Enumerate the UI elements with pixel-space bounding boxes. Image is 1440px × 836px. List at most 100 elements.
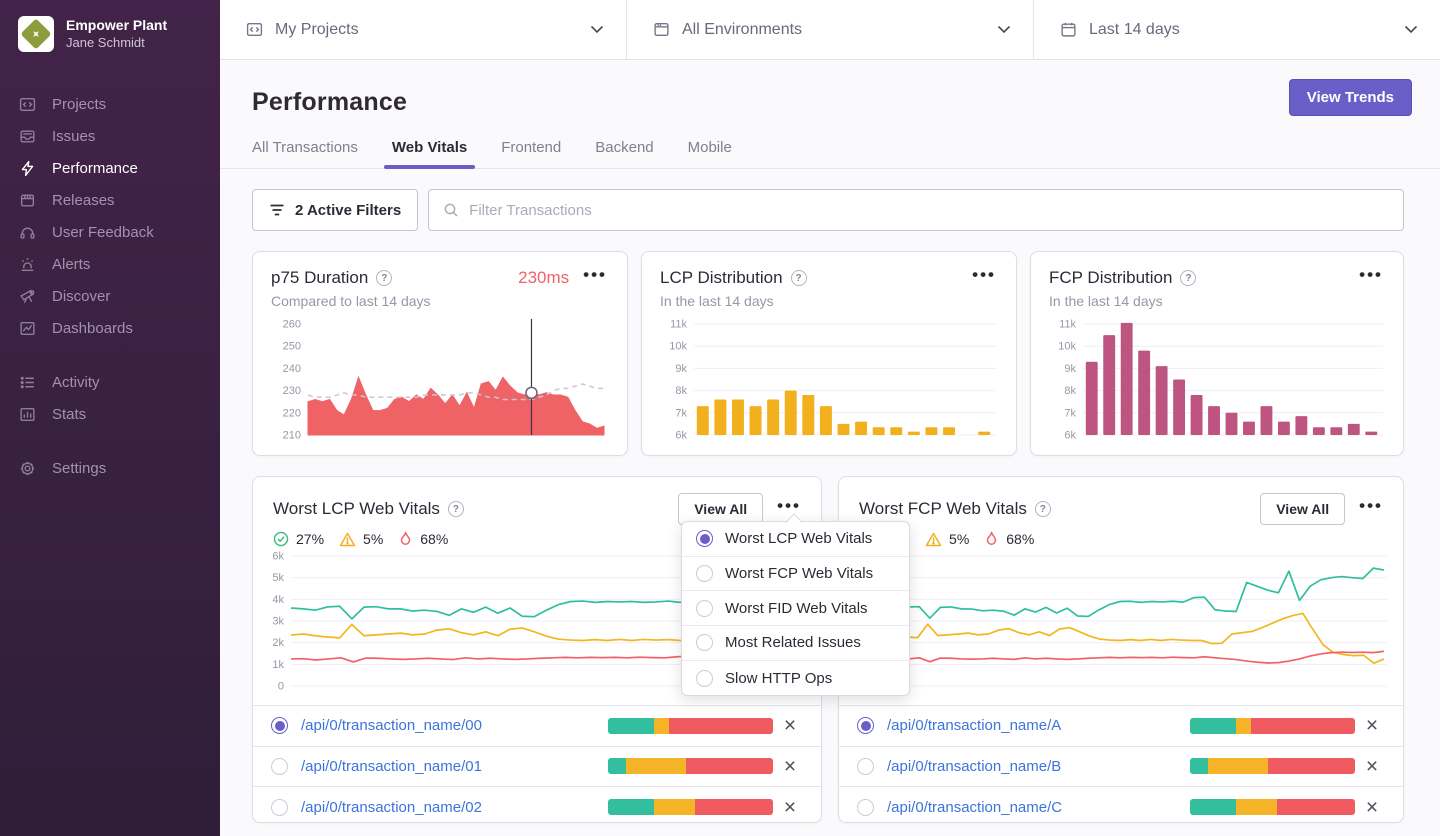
poor-percent: 68%	[420, 531, 448, 547]
sidebar-item-user-feedback[interactable]: User Feedback	[0, 216, 220, 248]
vitals-bar	[1190, 758, 1355, 774]
help-icon[interactable]: ?	[376, 270, 392, 286]
svg-text:230: 230	[283, 385, 301, 397]
menu-item-most-related-issues[interactable]: Most Related Issues	[682, 626, 909, 661]
more-options-icon[interactable]: •••	[577, 268, 609, 288]
transaction-link[interactable]: /api/0/transaction_name/01	[301, 758, 482, 775]
dashboards-icon	[18, 319, 36, 337]
svg-text:8k: 8k	[1064, 385, 1076, 397]
more-options-icon[interactable]: •••	[1353, 499, 1385, 519]
environment-selector[interactable]: All Environments	[626, 0, 1033, 59]
close-icon[interactable]: ×	[773, 756, 807, 777]
help-icon[interactable]: ?	[791, 270, 807, 286]
transaction-search[interactable]	[428, 189, 1404, 231]
issues-icon	[18, 127, 36, 145]
page-title: Performance	[252, 88, 1404, 117]
row-radio[interactable]	[857, 717, 874, 734]
sidebar-item-label: Releases	[52, 192, 115, 209]
sidebar-item-dashboards[interactable]: Dashboards	[0, 312, 220, 344]
svg-text:210: 210	[283, 430, 301, 442]
table-row: /api/0/transaction_name/01 ×	[253, 747, 821, 788]
active-filters-button[interactable]: 2 Active Filters	[252, 189, 418, 231]
transaction-link[interactable]: /api/0/transaction_name/00	[301, 717, 482, 734]
project-selector-value: My Projects	[275, 21, 578, 39]
transaction-link[interactable]: /api/0/transaction_name/B	[887, 758, 1061, 775]
menu-item-label: Worst FID Web Vitals	[725, 600, 868, 617]
sidebar-item-label: Alerts	[52, 256, 90, 273]
close-icon[interactable]: ×	[1355, 756, 1389, 777]
sidebar-item-label: Activity	[52, 374, 100, 391]
table-row: /api/0/transaction_name/02 ×	[253, 787, 821, 823]
close-icon[interactable]: ×	[773, 797, 807, 818]
org-switcher[interactable]: Empower Plant Jane Schmidt	[0, 16, 220, 52]
tab-backend[interactable]: Backend	[595, 139, 653, 168]
meh-percent: 5%	[363, 531, 383, 547]
row-radio[interactable]	[857, 758, 874, 775]
menu-item-slow-http-ops[interactable]: Slow HTTP Ops	[682, 661, 909, 696]
tab-all-transactions[interactable]: All Transactions	[252, 139, 358, 168]
active-filters-label: 2 Active Filters	[295, 202, 401, 219]
sidebar-item-settings[interactable]: Settings	[0, 452, 220, 484]
transaction-link[interactable]: /api/0/transaction_name/02	[301, 799, 482, 816]
sidebar-item-projects[interactable]: Projects	[0, 88, 220, 120]
more-options-icon[interactable]: •••	[1353, 268, 1385, 288]
tab-frontend[interactable]: Frontend	[501, 139, 561, 168]
row-radio[interactable]	[271, 799, 288, 816]
menu-item-worst-fid[interactable]: Worst FID Web Vitals	[682, 591, 909, 626]
check-circle-icon	[273, 531, 289, 547]
sidebar-item-label: Dashboards	[52, 320, 133, 337]
svg-text:9k: 9k	[1064, 363, 1076, 375]
help-icon[interactable]: ?	[1035, 501, 1051, 517]
search-icon	[443, 202, 459, 218]
vitals-bar	[608, 718, 773, 734]
view-trends-button[interactable]: View Trends	[1289, 79, 1412, 116]
alerts-icon	[18, 255, 36, 273]
sidebar-item-stats[interactable]: Stats	[0, 398, 220, 430]
row-radio[interactable]	[271, 758, 288, 775]
sidebar-item-performance[interactable]: Performance	[0, 152, 220, 184]
vitals-bar	[1190, 718, 1355, 734]
row-radio[interactable]	[271, 717, 288, 734]
svg-text:10k: 10k	[1058, 341, 1076, 353]
fire-icon	[398, 531, 413, 547]
date-range-selector[interactable]: Last 14 days	[1033, 0, 1440, 59]
menu-item-worst-lcp[interactable]: Worst LCP Web Vitals	[682, 522, 909, 557]
sidebar-item-activity[interactable]: Activity	[0, 366, 220, 398]
projects-icon	[18, 95, 36, 113]
transaction-link[interactable]: /api/0/transaction_name/C	[887, 799, 1062, 816]
svg-text:6k: 6k	[272, 551, 284, 563]
close-icon[interactable]: ×	[1355, 797, 1389, 818]
transaction-link[interactable]: /api/0/transaction_name/A	[887, 717, 1061, 734]
menu-item-label: Worst FCP Web Vitals	[725, 565, 873, 582]
close-icon[interactable]: ×	[773, 715, 807, 736]
sidebar-item-label: Performance	[52, 160, 138, 177]
menu-radio	[696, 670, 713, 687]
releases-icon	[18, 191, 36, 209]
warning-triangle-icon	[925, 532, 942, 547]
svg-text:6k: 6k	[675, 430, 687, 442]
vitals-bar	[608, 758, 773, 774]
menu-item-worst-fcp[interactable]: Worst FCP Web Vitals	[682, 557, 909, 592]
sidebar-item-discover[interactable]: Discover	[0, 280, 220, 312]
view-all-button[interactable]: View All	[1260, 493, 1345, 525]
svg-text:7k: 7k	[675, 407, 687, 419]
tab-web-vitals[interactable]: Web Vitals	[392, 139, 467, 168]
card-title: Worst LCP Web Vitals	[273, 499, 440, 519]
project-selector[interactable]: My Projects	[220, 0, 626, 59]
fire-icon	[984, 531, 999, 547]
help-icon[interactable]: ?	[1180, 270, 1196, 286]
sidebar-item-alerts[interactable]: Alerts	[0, 248, 220, 280]
sidebar-item-issues[interactable]: Issues	[0, 120, 220, 152]
row-radio[interactable]	[857, 799, 874, 816]
close-icon[interactable]: ×	[1355, 715, 1389, 736]
more-options-icon[interactable]: •••	[771, 499, 803, 519]
card-options-menu: Worst LCP Web Vitals Worst FCP Web Vital…	[681, 521, 910, 696]
tab-mobile[interactable]: Mobile	[688, 139, 732, 168]
help-icon[interactable]: ?	[448, 501, 464, 517]
search-input[interactable]	[469, 202, 1389, 219]
more-options-icon[interactable]: •••	[966, 268, 998, 288]
table-row: /api/0/transaction_name/C ×	[839, 787, 1403, 823]
svg-text:10k: 10k	[669, 341, 687, 353]
fcp-distribution-chart: 6k7k8k9k10k11k	[1049, 317, 1385, 448]
sidebar-item-releases[interactable]: Releases	[0, 184, 220, 216]
